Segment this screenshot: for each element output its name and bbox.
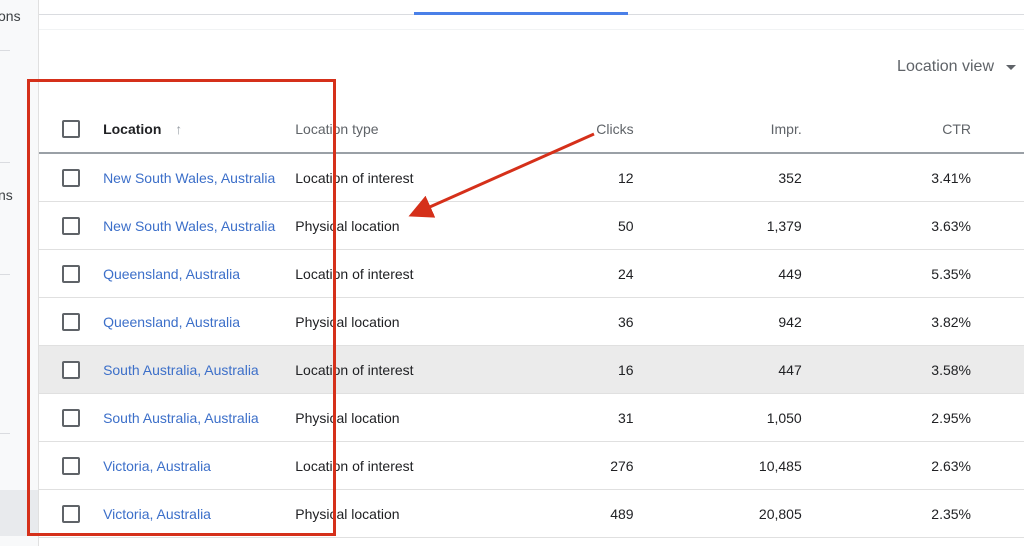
impr-cell: 10,485 (633, 441, 802, 490)
location-cell: Queensland, Australia (103, 297, 296, 346)
location-link[interactable]: South Australia, Australia (103, 362, 259, 378)
row-checkbox[interactable] (62, 456, 81, 475)
column-header-location-type[interactable]: Location type (295, 105, 486, 154)
row-checkbox-cell (39, 201, 104, 250)
row-checkbox-cell (39, 297, 104, 346)
table-row: Queensland, Australia Physical location … (39, 297, 1024, 346)
clicks-cell: 16 (485, 345, 634, 394)
left-nav-divider (0, 162, 10, 163)
tab-bar (39, 0, 1024, 15)
row-checkbox-cell (39, 393, 104, 442)
left-nav-divider (0, 433, 10, 434)
impr-cell: 942 (633, 297, 802, 346)
location-view-dropdown[interactable]: Location view (897, 58, 1016, 76)
location-type-cell: Physical location (295, 297, 486, 346)
row-checkbox[interactable] (62, 312, 81, 331)
active-tab-indicator (414, 12, 628, 15)
table-header-row: Location ↑ Location type Clicks Impr. CT… (39, 105, 1024, 154)
clicks-cell: 12 (485, 153, 634, 202)
left-nav: ons ns (0, 0, 39, 546)
clicks-cell: 24 (485, 249, 634, 298)
location-link[interactable]: Queensland, Australia (103, 266, 240, 282)
left-nav-label-fragment-1[interactable]: ons (0, 8, 21, 24)
caret-down-icon (1006, 64, 1016, 70)
location-cell: New South Wales, Australia (103, 153, 296, 202)
row-checkbox-cell (39, 441, 104, 490)
arrow-up-icon[interactable]: ↑ (175, 121, 182, 137)
location-cell: South Australia, Australia (103, 393, 296, 442)
clicks-cell: 36 (485, 297, 634, 346)
location-type-cell: Physical location (295, 393, 486, 442)
locations-table: Location ↑ Location type Clicks Impr. CT… (39, 105, 1024, 538)
impr-cell: 1,379 (633, 201, 802, 250)
table-row: Victoria, Australia Location of interest… (39, 441, 1024, 490)
location-type-cell: Location of interest (295, 345, 486, 394)
ctr-cell: 3.82% (801, 297, 1024, 346)
select-all-cell (39, 105, 104, 154)
row-checkbox[interactable] (62, 408, 81, 427)
ctr-cell: 2.35% (801, 489, 1024, 538)
column-header-impr[interactable]: Impr. (633, 105, 802, 154)
table-row: South Australia, Australia Location of i… (39, 345, 1024, 394)
table-row: Queensland, Australia Location of intere… (39, 249, 1024, 298)
row-checkbox[interactable] (62, 168, 81, 187)
ctr-cell: 3.58% (801, 345, 1024, 394)
row-checkbox[interactable] (62, 216, 81, 235)
clicks-cell: 489 (485, 489, 634, 538)
ctr-cell: 2.63% (801, 441, 1024, 490)
location-type-cell: Physical location (295, 201, 486, 250)
location-link[interactable]: Victoria, Australia (103, 506, 211, 522)
impr-cell: 449 (633, 249, 802, 298)
location-cell: Victoria, Australia (103, 441, 296, 490)
location-type-cell: Location of interest (295, 153, 486, 202)
left-nav-selected-item[interactable] (0, 490, 38, 536)
table-row: New South Wales, Australia Physical loca… (39, 201, 1024, 250)
table-row: South Australia, Australia Physical loca… (39, 393, 1024, 442)
table-row: New South Wales, Australia Location of i… (39, 153, 1024, 202)
location-link[interactable]: Queensland, Australia (103, 314, 240, 330)
location-link[interactable]: New South Wales, Australia (103, 218, 275, 234)
row-checkbox-cell (39, 249, 104, 298)
location-type-cell: Physical location (295, 489, 486, 538)
row-checkbox[interactable] (62, 264, 81, 283)
column-header-clicks[interactable]: Clicks (485, 105, 634, 154)
column-header-location[interactable]: Location ↑ (103, 105, 296, 154)
row-checkbox-cell (39, 153, 104, 202)
column-header-location-label: Location (103, 120, 162, 137)
impr-cell: 447 (633, 345, 802, 394)
row-checkbox-cell (39, 489, 104, 538)
ctr-cell: 3.41% (801, 153, 1024, 202)
select-all-checkbox[interactable] (62, 119, 81, 138)
location-cell: Queensland, Australia (103, 249, 296, 298)
left-nav-divider (0, 274, 10, 275)
location-type-cell: Location of interest (295, 249, 486, 298)
ctr-cell: 2.95% (801, 393, 1024, 442)
location-link[interactable]: New South Wales, Australia (103, 170, 275, 186)
clicks-cell: 276 (485, 441, 634, 490)
ctr-cell: 3.63% (801, 201, 1024, 250)
left-nav-divider (0, 50, 10, 51)
clicks-cell: 50 (485, 201, 634, 250)
row-checkbox-cell (39, 345, 104, 394)
location-cell: Victoria, Australia (103, 489, 296, 538)
row-checkbox[interactable] (62, 504, 81, 523)
ctr-cell: 5.35% (801, 249, 1024, 298)
table-row: Victoria, Australia Physical location 48… (39, 489, 1024, 538)
location-cell: South Australia, Australia (103, 345, 296, 394)
location-cell: New South Wales, Australia (103, 201, 296, 250)
clicks-cell: 31 (485, 393, 634, 442)
location-link[interactable]: South Australia, Australia (103, 410, 259, 426)
impr-cell: 352 (633, 153, 802, 202)
impr-cell: 20,805 (633, 489, 802, 538)
location-type-cell: Location of interest (295, 441, 486, 490)
location-link[interactable]: Victoria, Australia (103, 458, 211, 474)
top-divider (39, 29, 1024, 30)
left-nav-label-fragment-2[interactable]: ns (0, 187, 13, 203)
location-view-label: Location view (897, 58, 994, 75)
row-checkbox[interactable] (62, 360, 81, 379)
column-header-ctr[interactable]: CTR (801, 105, 1024, 154)
impr-cell: 1,050 (633, 393, 802, 442)
